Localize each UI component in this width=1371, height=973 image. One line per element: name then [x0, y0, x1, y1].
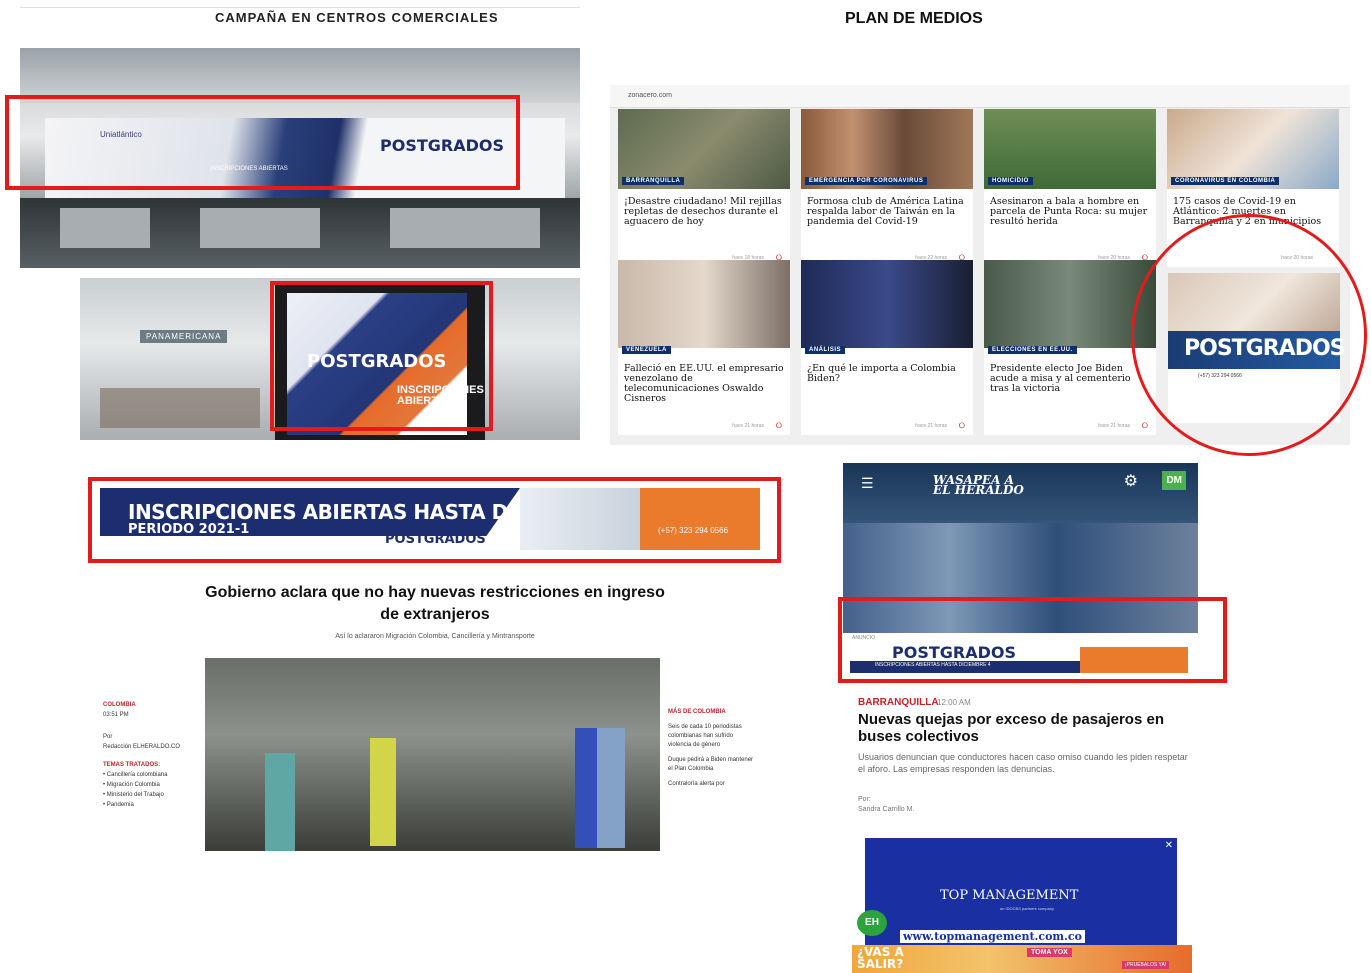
news-headline: ¡Desastre ciudadano! Mil rejillas replet…: [624, 196, 782, 227]
news-category: ELECCIONES EN EE.UU.: [988, 346, 1077, 354]
news-category: BARRANQUILLA: [622, 177, 685, 185]
news-headline: Presidente electo Joe Biden acude a misa…: [990, 363, 1131, 394]
menu-icon[interactable]: ☰: [861, 475, 874, 492]
news-card[interactable]: VENEZUELA Falleció en EE.UU. el empresar…: [618, 260, 790, 435]
eh-floating-button[interactable]: EH: [857, 910, 887, 936]
promo-line2: EL HERALDO: [933, 483, 1024, 497]
pruebalos: ¡PRUÉBALOS YA!: [1122, 961, 1170, 969]
section-label[interactable]: COLOMBIA: [103, 700, 193, 710]
related-link[interactable]: Seis de cada 10 periodistas colombianas …: [668, 723, 758, 750]
byline-author[interactable]: Redacción ELHERALDO.CO: [103, 742, 193, 752]
tm-tagline: an IDOCBS partners company: [1000, 906, 1055, 911]
highlight-mobile-ad: [838, 597, 1227, 683]
news-headline: Asesinaron a bala a hombre en parcela de…: [990, 196, 1148, 227]
url-bar[interactable]: zonacero.com: [610, 85, 1350, 108]
news-time: hace 21 horas: [732, 423, 764, 429]
campana-title: CAMPAÑA EN CENTROS COMERCIALES: [215, 10, 499, 25]
panamericana-sign: PANAMERICANA: [140, 330, 228, 343]
news-time: hace 21 horas: [1098, 423, 1130, 429]
article-right-sidebar: MÁS DE COLOMBIA Seis de cada 10 periodis…: [668, 708, 758, 789]
news-headline: Formosa club de América Latina respalda …: [807, 196, 964, 227]
mobile-article-title[interactable]: Nuevas quejas por exceso de pasajeros en…: [858, 711, 1178, 745]
news-category: ANÁLISIS: [805, 346, 846, 354]
dm-badge[interactable]: DM: [1162, 471, 1186, 490]
mobile-byline-por: Por:: [858, 796, 871, 803]
tm-url: www.topmanagement.com.co: [900, 930, 1085, 943]
topic-item[interactable]: • Cancillería colombiana: [103, 770, 193, 780]
plan-title: PLAN DE MEDIOS: [845, 10, 983, 27]
article-time: 03:51 PM: [103, 712, 129, 718]
related-link[interactable]: Contraloría alerta por: [668, 780, 758, 789]
topic-text: Pandemia: [106, 802, 134, 808]
mobile-article-desc: Usuarios denuncian que conductores hacen…: [858, 752, 1188, 774]
vas-text: ¿VAS A SALIR?: [857, 946, 904, 970]
vas-salir-ad[interactable]: ¿VAS A SALIR? TOMA YOX ¡PRUÉBALOS YA!: [852, 945, 1192, 973]
news-category: HOMICIDIO: [988, 177, 1033, 185]
byline-por: Por: [103, 734, 113, 740]
storefront: [200, 208, 320, 248]
mobile-author: Sandra Carrillo M.: [858, 806, 915, 813]
close-icon[interactable]: ✕: [1165, 840, 1173, 851]
news-card[interactable]: ANÁLISIS ¿En qué le importa a Colombia B…: [801, 260, 973, 435]
related-link[interactable]: Duque pedirá a Biden mantener el Plan Co…: [668, 756, 758, 774]
highlight-banner: [5, 95, 520, 190]
mobile-time: 12:00 AM: [937, 698, 971, 707]
news-card[interactable]: ELECCIONES EN EE.UU. Presidente electo J…: [984, 260, 1156, 435]
vas-line2: SALIR?: [857, 957, 904, 971]
news-image: [801, 260, 973, 348]
news-category: VENEZUELA: [622, 346, 671, 354]
toma-yox: TOMA YOX: [1027, 948, 1072, 957]
seating-area: [100, 388, 260, 428]
person-figure: [265, 753, 295, 851]
news-card[interactable]: HOMICIDIO Asesinaron a bala a hombre en …: [984, 109, 1156, 267]
news-image: [618, 260, 790, 348]
person-figure: [370, 738, 396, 846]
news-category: EMERGENCIA POR CORONAVIRUS: [805, 177, 928, 185]
highlight-kiosk: [270, 281, 493, 431]
storefront: [390, 208, 540, 248]
news-time: hace 21 horas: [915, 423, 947, 429]
mobile-section[interactable]: BARRANQUILLA: [858, 697, 939, 708]
topic-text: Ministerio del Trabajo: [106, 792, 164, 798]
article-subtitle: Así lo aclararon Migración Colombia, Can…: [335, 633, 535, 640]
storefront: [60, 208, 150, 248]
top-management-ad[interactable]: ✕ TOP MANAGEMENT an IDOCBS partners comp…: [857, 838, 1177, 948]
topic-item[interactable]: • Pandemia: [103, 800, 193, 810]
topic-item[interactable]: • Ministerio del Trabajo: [103, 790, 193, 800]
share-icon[interactable]: ⭘: [1142, 421, 1148, 431]
more-section-label[interactable]: MÁS DE COLOMBIA: [668, 708, 758, 717]
topic-text: Migración Colombia: [106, 782, 160, 788]
news-card[interactable]: BARRANQUILLA ¡Desastre ciudadano! Mil re…: [618, 109, 790, 267]
article-photo: [205, 658, 660, 851]
news-card[interactable]: EMERGENCIA POR CORONAVIRUS Formosa club …: [801, 109, 973, 267]
share-icon[interactable]: ⭘: [776, 421, 782, 431]
top-divider: [20, 7, 580, 8]
highlight-banner-ad: [88, 477, 781, 563]
gear-icon[interactable]: ⚙: [1124, 471, 1138, 491]
news-headline: Falleció en EE.UU. el empresario venezol…: [624, 363, 784, 404]
url-text: zonacero.com: [628, 92, 672, 99]
topics-title: TEMAS TRATADOS:: [103, 762, 161, 768]
article-left-sidebar: COLOMBIA 03:51 PM Por Redacción ELHERALD…: [103, 700, 193, 810]
whatsapp-promo[interactable]: WASAPEA A EL HERALDO: [933, 474, 1024, 497]
news-headline: ¿En qué le importa a Colombia Biden?: [807, 363, 956, 384]
person-figure: [597, 728, 625, 848]
share-icon[interactable]: ⭘: [959, 421, 965, 431]
article-title[interactable]: Gobierno aclara que no hay nuevas restri…: [200, 582, 670, 626]
highlight-circle: [1131, 214, 1367, 456]
topic-item[interactable]: • Migración Colombia: [103, 780, 193, 790]
news-category: CORONAVIRUS EN COLOMBIA: [1171, 177, 1280, 185]
topic-text: Cancillería colombiana: [106, 772, 168, 778]
tm-brand: TOP MANAGEMENT: [940, 888, 1079, 903]
